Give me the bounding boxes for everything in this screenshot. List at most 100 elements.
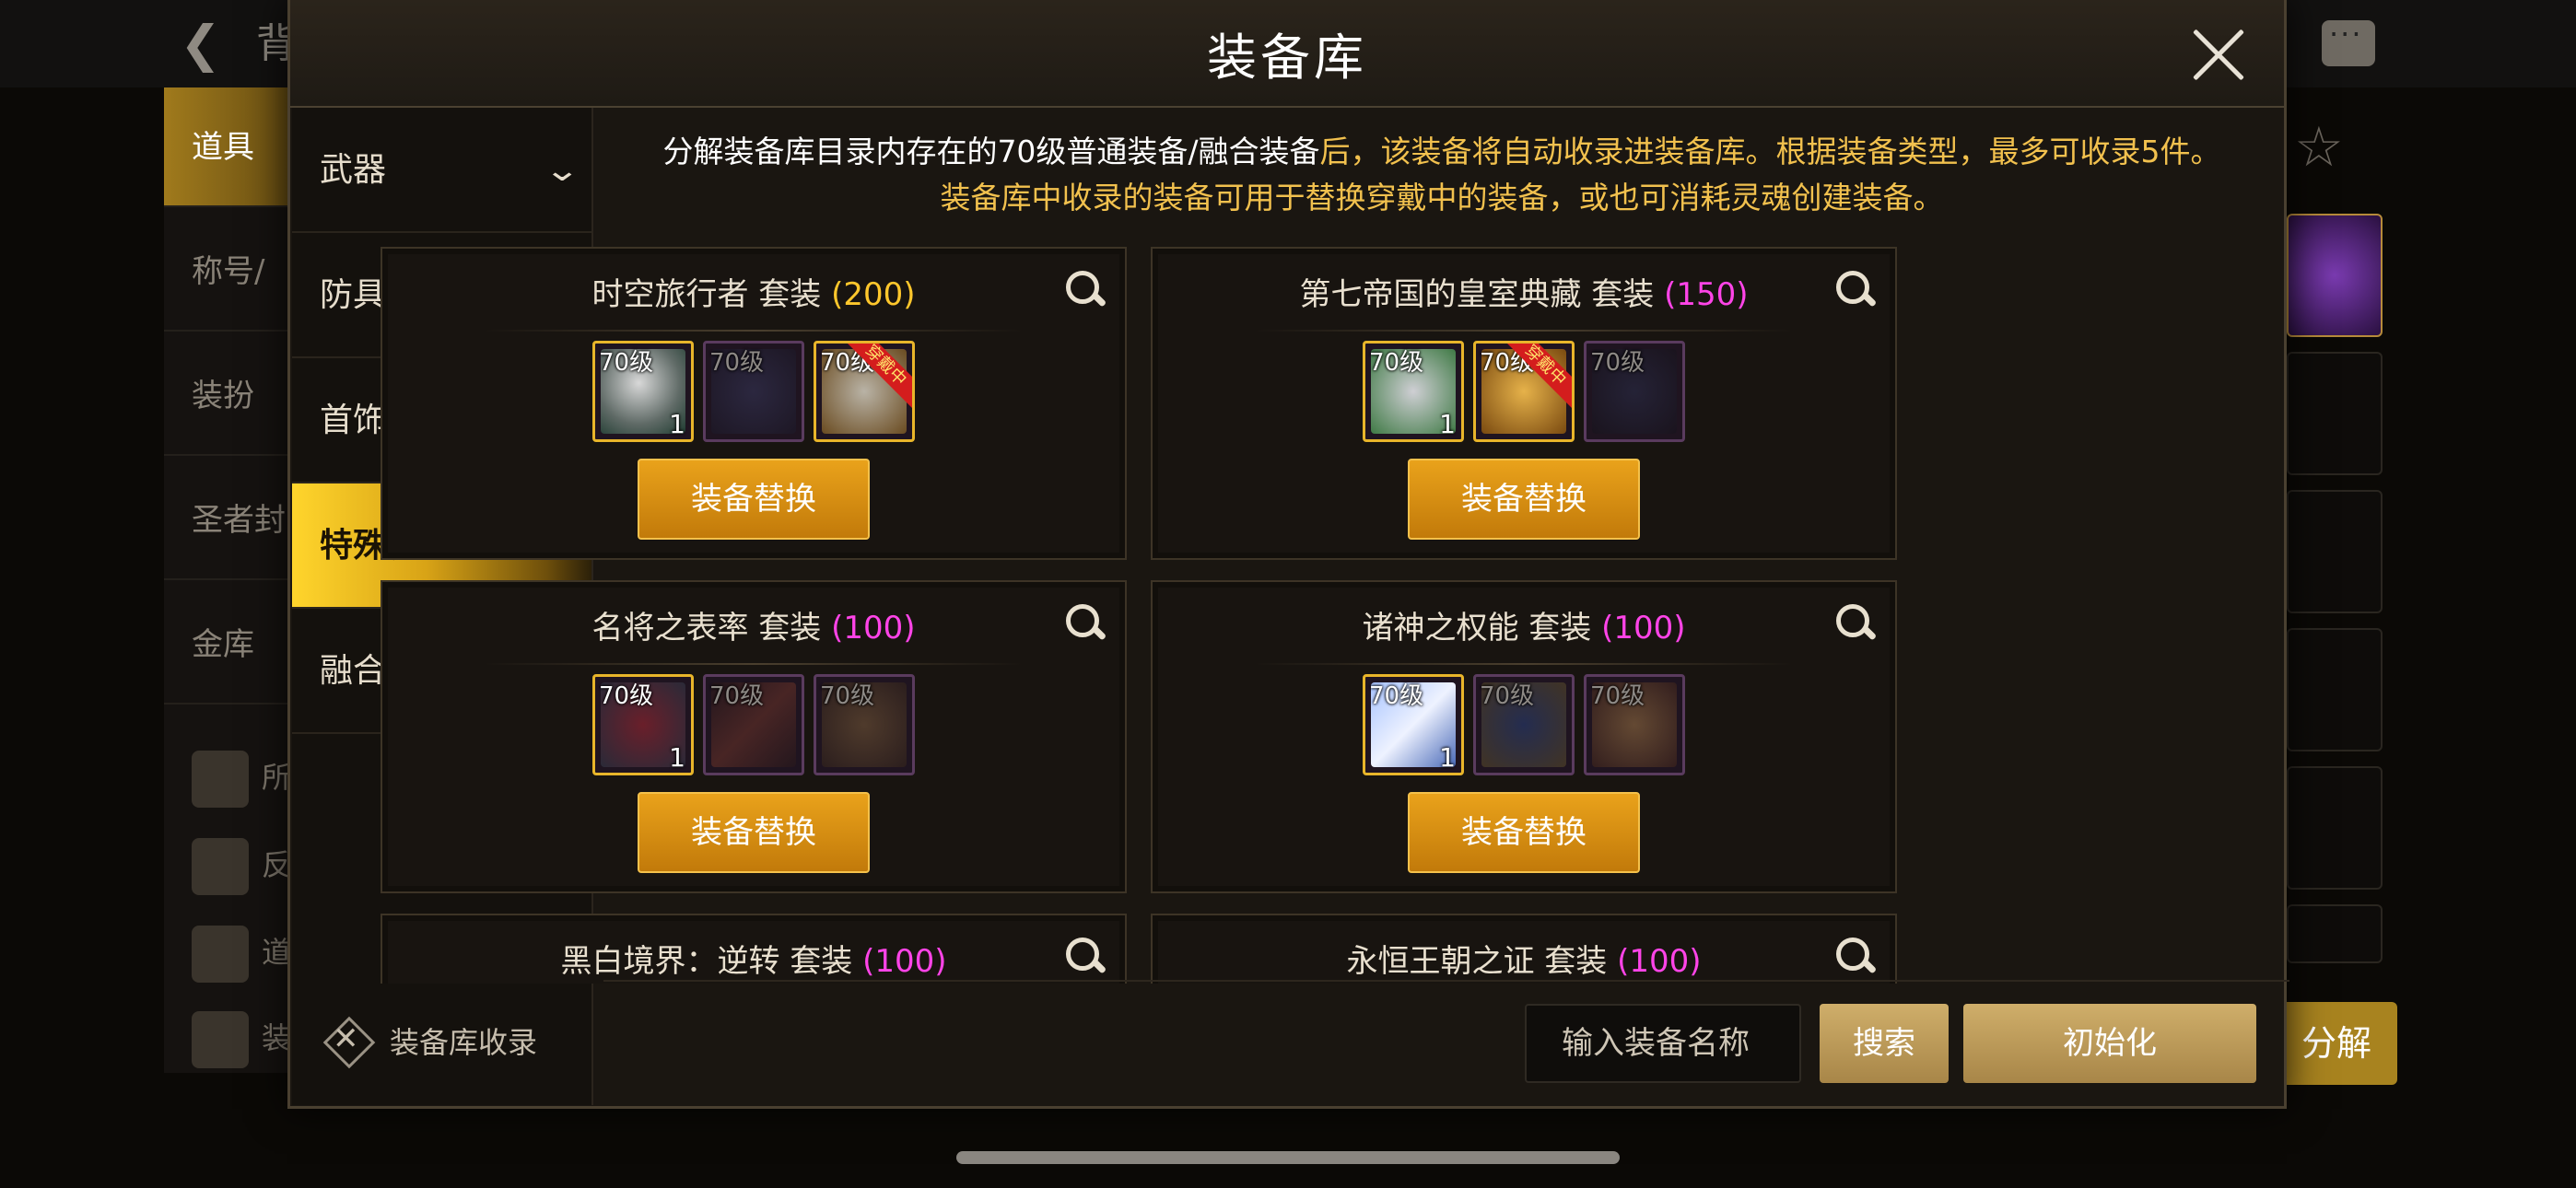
item-slot[interactable]: 70级 1: [592, 341, 694, 442]
set-suffix: 套装: [758, 610, 822, 646]
notice-text: 分解装备库目录内存在的70级普通装备/融合装备后，该装备将自动收录进装备库。根据…: [662, 134, 2221, 215]
equipment-library-modal: 装备库 武器 ⌄ 防具 首饰 特殊装备 融合装备 ⌄ 装备库收录 分解装备库目录…: [287, 0, 2289, 1109]
item-slot[interactable]: 70级 1: [1363, 341, 1464, 442]
item-quantity: 1: [1439, 409, 1456, 439]
set-count: (100): [831, 610, 916, 646]
set-card: 黑白境界：逆转 套装 (100): [381, 914, 1127, 984]
divider: [1254, 330, 1794, 332]
set-count: (150): [1664, 276, 1749, 313]
back-arrow-icon[interactable]: ❮: [180, 17, 235, 72]
chat-icon[interactable]: [2322, 17, 2375, 66]
bg-slot-purple: [2287, 214, 2383, 337]
set-card: 第七帝国的皇室典藏 套装 (150) 70级 1 70级 穿戴中 70级装备替换: [1151, 247, 1897, 560]
item-slots: 70级 1 70级 穿戴中 70级: [1153, 341, 1895, 442]
set-suffix: 套装: [790, 943, 853, 980]
replace-equipment-button[interactable]: 装备替换: [1408, 459, 1640, 540]
search-icon[interactable]: [1834, 936, 1875, 976]
divider: [1254, 663, 1794, 665]
set-list[interactable]: 时空旅行者 套装 (200) 70级 1 70级 70级 穿戴中 装备替换 第七帝国的皇室典藏…: [381, 247, 2195, 984]
item-slot[interactable]: 70级 1: [592, 674, 694, 775]
set-card: 诸神之权能 套装 (100) 70级 1 70级 70级 装备替换: [1151, 580, 1897, 893]
divider: [484, 663, 1024, 665]
item-slot[interactable]: 70级: [814, 674, 915, 775]
set-count: (100): [862, 943, 947, 980]
set-suffix: 套装: [1544, 943, 1608, 980]
item-level: 70级: [599, 682, 654, 710]
bg-side-item-lower-4[interactable]: 装: [192, 1011, 291, 1068]
item-slot[interactable]: 70级: [703, 341, 804, 442]
bag-icon: [192, 751, 249, 808]
broom-icon: [192, 838, 249, 895]
set-card: 时空旅行者 套装 (200) 70级 1 70级 70级 穿戴中装备替换: [381, 247, 1127, 560]
item-level: 70级: [709, 349, 765, 377]
item-level: 70级: [820, 682, 875, 710]
search-icon[interactable]: [1064, 269, 1105, 309]
set-name: 时空旅行者: [591, 276, 749, 313]
crossed-swords-icon: [320, 1013, 375, 1068]
set-title: 永恒王朝之证 套装 (100): [1153, 936, 1895, 981]
bg-side-item-lower-3[interactable]: 道: [192, 926, 291, 983]
close-icon[interactable]: [2190, 26, 2247, 83]
item-level: 70级: [1590, 682, 1645, 710]
set-title: 名将之表率 套装 (100): [382, 602, 1125, 647]
item-quantity: 1: [1439, 742, 1456, 773]
item-level: 70级: [709, 682, 765, 710]
modal-title: 装备库: [1207, 29, 1367, 87]
set-title: 黑白境界：逆转 套装 (100): [382, 936, 1125, 981]
set-title: 第七帝国的皇室典藏 套装 (150): [1153, 269, 1895, 314]
set-name: 永恒王朝之证: [1346, 943, 1535, 980]
item-slot[interactable]: 70级: [703, 674, 804, 775]
item-level: 70级: [1590, 349, 1645, 377]
replace-equipment-button[interactable]: 装备替换: [1408, 792, 1640, 873]
item-quantity: 1: [669, 742, 685, 773]
set-count: (100): [1617, 943, 1702, 980]
bg-side-item-lower-2[interactable]: 反: [192, 838, 291, 895]
replace-equipment-button[interactable]: 装备替换: [638, 459, 870, 540]
armor-icon: [192, 1011, 249, 1068]
item-slot[interactable]: 70级: [1473, 674, 1575, 775]
item-slots: 70级 1 70级 70级: [382, 674, 1125, 775]
pentagram-icon: ☆: [2294, 115, 2344, 180]
set-card: 永恒王朝之证 套装 (100): [1151, 914, 1897, 984]
bg-side-item-lower-1[interactable]: 所: [192, 751, 291, 808]
item-slot[interactable]: 70级 穿戴中: [1473, 341, 1575, 442]
set-name: 第七帝国的皇室典藏: [1299, 276, 1582, 313]
item-slot[interactable]: 70级 穿戴中: [814, 341, 915, 442]
item-quantity: 1: [669, 409, 685, 439]
library-collection-link[interactable]: 装备库收录: [320, 1013, 537, 1068]
search-icon[interactable]: [1064, 936, 1105, 976]
item-level: 70级: [599, 349, 654, 377]
bg-slot: [2287, 490, 2383, 613]
replace-equipment-button[interactable]: 装备替换: [638, 792, 870, 873]
item-level: 70级: [1369, 349, 1424, 377]
set-name: 名将之表率: [591, 610, 749, 646]
item-slot[interactable]: 70级 1: [1363, 674, 1464, 775]
set-name: 诸神之权能: [1362, 610, 1519, 646]
chevron-down-icon: ⌄: [543, 152, 580, 189]
search-button[interactable]: 搜索: [1820, 1004, 1949, 1083]
home-indicator: [956, 1151, 1620, 1164]
set-suffix: 套装: [1528, 610, 1592, 646]
set-count: (200): [831, 276, 916, 313]
bg-slot: [2287, 628, 2383, 751]
bg-slot: [2287, 766, 2383, 890]
search-input[interactable]: 输入装备名称: [1525, 1004, 1801, 1083]
item-level: 70级: [1480, 682, 1535, 710]
search-icon[interactable]: [1834, 269, 1875, 309]
item-slot[interactable]: 70级: [1584, 341, 1685, 442]
set-suffix: 套装: [758, 276, 822, 313]
item-slots: 70级 1 70级 70级: [1153, 674, 1895, 775]
nav-item-weapon[interactable]: 武器 ⌄: [292, 108, 591, 233]
item-slot[interactable]: 70级: [1584, 674, 1685, 775]
tag-icon: [192, 926, 249, 983]
bg-slot: [2287, 904, 2383, 963]
set-suffix: 套装: [1591, 276, 1655, 313]
divider: [484, 330, 1024, 332]
reset-button[interactable]: 初始化: [1963, 1004, 2256, 1083]
modal-header: 装备库: [290, 0, 2284, 108]
search-icon[interactable]: [1834, 602, 1875, 643]
set-card: 名将之表率 套装 (100) 70级 1 70级 70级装备替换: [381, 580, 1127, 893]
decompose-button[interactable]: 分解: [2276, 1002, 2397, 1085]
search-icon[interactable]: [1064, 602, 1105, 643]
item-level: 70级: [1369, 682, 1424, 710]
